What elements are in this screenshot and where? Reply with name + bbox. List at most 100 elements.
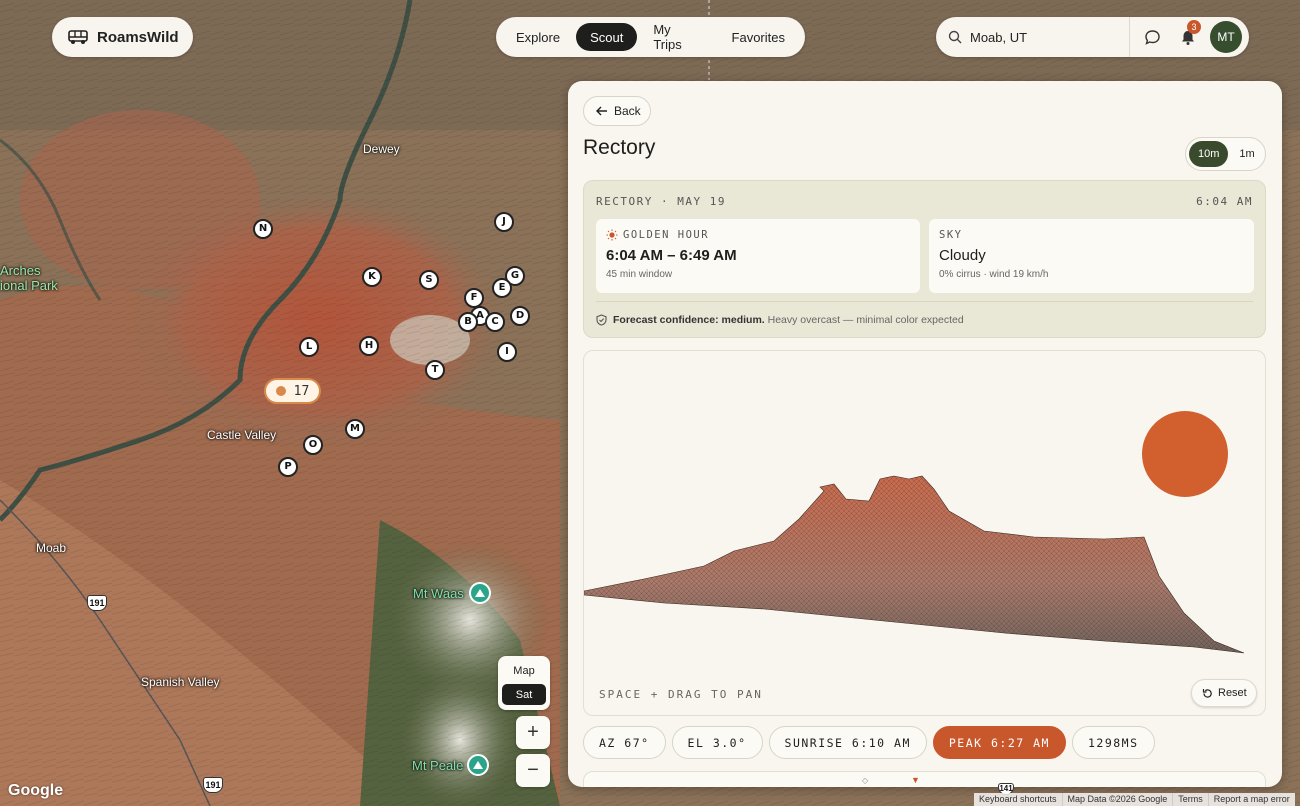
map-pin-i[interactable]: I — [497, 342, 517, 362]
map-pin-p[interactable]: P — [278, 457, 298, 477]
map-pin-l[interactable]: L — [299, 337, 319, 357]
map-label-arches-park: ional Park — [0, 278, 58, 293]
resolution-toggle: 10m 1m — [1185, 137, 1266, 171]
back-label: Back — [614, 104, 641, 118]
search-icon — [948, 30, 962, 44]
map-pin-d[interactable]: D — [510, 306, 530, 326]
road-shield-191: 191 — [87, 595, 107, 611]
tab-my-trips[interactable]: My Trips — [639, 22, 715, 52]
terrain-render — [584, 411, 1245, 654]
map-pin-s[interactable]: S — [419, 270, 439, 290]
map-type-toggle: Map Sat — [498, 656, 550, 710]
map-pin-n[interactable]: N — [253, 219, 273, 239]
map-pin-h[interactable]: H — [359, 336, 379, 356]
time-scrubber[interactable]: ◇ ▼ — [583, 771, 1266, 787]
forecast-time: 6:04 AM — [1196, 195, 1253, 208]
peak-marker-mt-waas[interactable] — [469, 582, 491, 604]
map-data-text: Map Data ©2026 Google — [1061, 793, 1173, 806]
top-right-bar: 3 MT — [936, 17, 1249, 57]
zoom-out-button[interactable]: − — [516, 754, 550, 787]
sky-label: SKY — [939, 229, 963, 241]
sun-icon — [606, 229, 618, 241]
timeline-playhead-icon[interactable]: ▼ — [911, 775, 920, 785]
map-type-map[interactable]: Map — [502, 660, 546, 681]
map-pin-m[interactable]: M — [345, 419, 365, 439]
resolution-option-1m[interactable]: 1m — [1230, 141, 1263, 167]
golden-hour-card: GOLDEN HOUR 6:04 AM – 6:49 AM 45 min win… — [596, 219, 920, 293]
brand-name: RoamsWild — [97, 28, 179, 46]
notification-badge: 3 — [1187, 20, 1201, 34]
map-label-spanish-valley: Spanish Valley — [141, 675, 220, 689]
peak-marker-mt-peale[interactable] — [467, 754, 489, 776]
forecast-header: RECTORY · MAY 19 — [596, 195, 726, 208]
map-attribution: Keyboard shortcuts Map Data ©2026 Google… — [974, 793, 1295, 806]
chip-render-time[interactable]: 1298MS — [1071, 726, 1155, 759]
mountain-icon — [475, 589, 485, 597]
reset-label: Reset — [1218, 687, 1247, 699]
sky-sub: 0% cirrus · wind 19 km/h — [939, 269, 1049, 280]
map-pin-e[interactable]: E — [492, 278, 512, 298]
viewer-hint: SPACE + DRAG TO PAN — [599, 688, 763, 701]
chip-elevation[interactable]: EL 3.0° — [671, 726, 763, 759]
zoom-in-button[interactable]: + — [516, 716, 550, 749]
chip-peak[interactable]: PEAK 6:27 AM — [932, 726, 1066, 759]
reset-view-button[interactable]: Reset — [1191, 679, 1257, 707]
chip-azimuth[interactable]: AZ 67° — [583, 726, 666, 759]
map-label-dewey: Dewey — [363, 142, 400, 156]
tab-scout[interactable]: Scout — [576, 23, 638, 51]
sky-value: Cloudy — [939, 247, 986, 264]
golden-hour-value: 6:04 AM – 6:49 AM — [606, 247, 737, 264]
confidence-label: Forecast confidence: medium. — [613, 314, 765, 326]
brand-logo[interactable]: RoamsWild — [52, 17, 193, 57]
map-pin-k[interactable]: K — [362, 267, 382, 287]
confidence-detail: Heavy overcast — minimal color expected — [767, 314, 964, 326]
search-input[interactable] — [970, 29, 1120, 45]
map-pin-j[interactable]: J — [494, 212, 514, 232]
shield-icon — [596, 314, 607, 326]
golden-hour-label: GOLDEN HOUR — [623, 229, 710, 241]
mountain-icon — [473, 761, 483, 769]
forecast-divider — [596, 301, 1253, 302]
arrow-left-icon — [596, 106, 607, 116]
map-pin-o[interactable]: O — [303, 435, 323, 455]
back-button[interactable]: Back — [583, 96, 651, 126]
map-label-moab: Moab — [36, 541, 67, 555]
sky-card: SKY Cloudy 0% cirrus · wind 19 km/h — [929, 219, 1254, 293]
main-nav: Explore Scout My Trips Favorites — [496, 17, 805, 57]
messages-button[interactable] — [1134, 19, 1170, 55]
map-label-mt-waas: Mt Waas — [413, 586, 464, 601]
notifications-button[interactable]: 3 — [1170, 19, 1206, 55]
user-avatar[interactable]: MT — [1210, 21, 1242, 53]
timeline-diamond-icon: ◇ — [862, 776, 869, 785]
road-shield-191-south: 191 — [203, 777, 223, 793]
map-pin-t[interactable]: T — [425, 360, 445, 380]
resolution-option-10m[interactable]: 10m — [1189, 141, 1229, 167]
chat-bubble-icon — [1144, 29, 1160, 45]
tab-favorites[interactable]: Favorites — [718, 23, 799, 51]
chip-sunrise[interactable]: SUNRISE 6:10 AM — [768, 726, 927, 759]
google-logo[interactable]: Google — [8, 782, 63, 800]
forecast-confidence: Forecast confidence: medium. Heavy overc… — [596, 314, 964, 326]
search-box — [936, 17, 1130, 57]
terms-link[interactable]: Terms — [1172, 793, 1208, 806]
map-cluster-marker[interactable]: 17 — [264, 378, 321, 404]
map-pin-b[interactable]: B — [458, 312, 478, 332]
van-icon — [68, 30, 88, 44]
report-error-link[interactable]: Report a map error — [1207, 793, 1295, 806]
keyboard-shortcuts-link[interactable]: Keyboard shortcuts — [974, 793, 1062, 806]
map-label-castle-valley: Castle Valley — [207, 428, 277, 442]
map-pin-f[interactable]: F — [464, 288, 484, 308]
map-label-mt-peale: Mt Peale — [412, 758, 464, 773]
sun-disc — [1142, 411, 1228, 497]
reset-icon — [1202, 688, 1212, 698]
map-pin-c[interactable]: C — [485, 312, 505, 332]
map-type-satellite[interactable]: Sat — [502, 684, 546, 705]
map-label-arches: Arches — [0, 263, 41, 278]
scout-panel: Back Rectory 10m 1m RECTORY · MAY 19 6:0… — [568, 81, 1282, 787]
tab-explore[interactable]: Explore — [502, 23, 574, 51]
cluster-count: 17 — [293, 383, 310, 399]
page-title: Rectory — [583, 136, 656, 159]
forecast-card: RECTORY · MAY 19 6:04 AM GOLDEN HOUR 6:0… — [583, 180, 1266, 338]
cluster-dot-icon — [275, 386, 286, 396]
terrain-3d-viewer[interactable]: SPACE + DRAG TO PAN Reset — [583, 350, 1266, 716]
